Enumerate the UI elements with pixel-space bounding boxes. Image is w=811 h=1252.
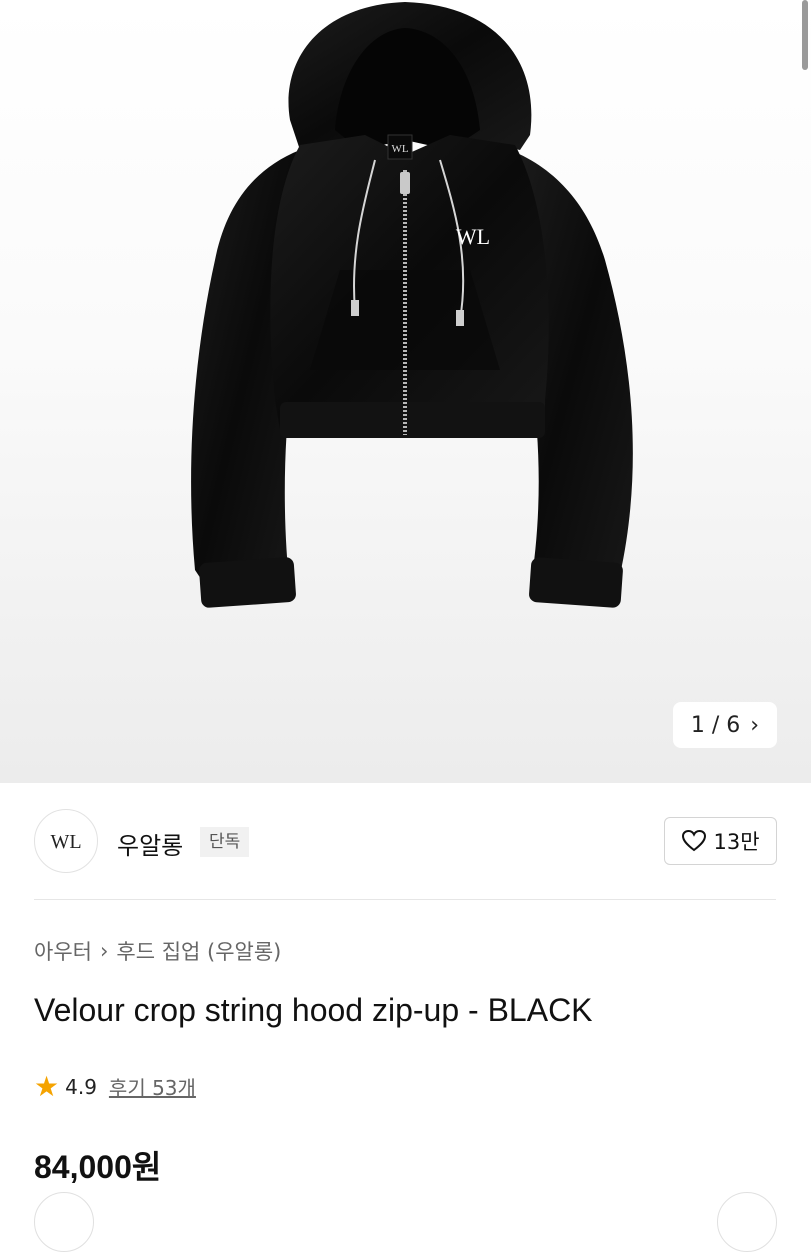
product-image-gallery[interactable]: WL WL 1 / 6 › xyxy=(0,0,811,783)
star-icon: ★ xyxy=(34,1069,60,1103)
svg-text:WL: WL xyxy=(50,831,81,853)
product-title: Velour crop string hood zip-up - BLACK xyxy=(34,992,593,1028)
image-counter-current: 1 xyxy=(690,712,705,738)
bottom-circle-left[interactable] xyxy=(34,1192,94,1252)
brand-name[interactable]: 우알롱 xyxy=(117,826,183,861)
chest-logo: WL xyxy=(456,224,490,249)
heart-outline-icon xyxy=(682,829,707,852)
rating-score: 4.9 xyxy=(65,1074,97,1099)
divider xyxy=(34,899,776,900)
breadcrumb: 아우터 › 후드 집업 (우알롱) xyxy=(34,936,281,966)
neck-label-logo: WL xyxy=(391,143,408,155)
scrollbar-thumb[interactable] xyxy=(802,0,808,70)
image-counter-total: 6 xyxy=(726,712,741,738)
reviews-link[interactable]: 후기 53개 xyxy=(109,1072,196,1101)
image-counter-separator: / xyxy=(711,712,720,738)
brand-row: WL 우알롱 단독 13만 xyxy=(0,783,811,899)
breadcrumb-subcategory[interactable]: 후드 집업 (우알롱) xyxy=(116,936,281,966)
product-price: 84,000원 xyxy=(34,1149,162,1185)
bottom-circle-right[interactable] xyxy=(717,1192,777,1252)
brand-logo-mark: WL xyxy=(50,831,81,853)
chevron-right-icon: › xyxy=(99,939,109,963)
breadcrumb-category[interactable]: 아우터 xyxy=(34,936,92,966)
product-image-hoodie: WL WL xyxy=(191,2,633,608)
like-button[interactable]: 13만 xyxy=(664,817,777,865)
rating-row: ★ 4.9 후기 53개 xyxy=(34,1072,196,1101)
image-counter[interactable]: 1 / 6 › xyxy=(673,702,777,748)
exclusive-badge: 단독 xyxy=(200,827,250,857)
like-count: 13만 xyxy=(713,830,760,854)
brand-logo[interactable]: WL xyxy=(34,809,98,873)
chevron-right-icon: › xyxy=(750,712,760,738)
